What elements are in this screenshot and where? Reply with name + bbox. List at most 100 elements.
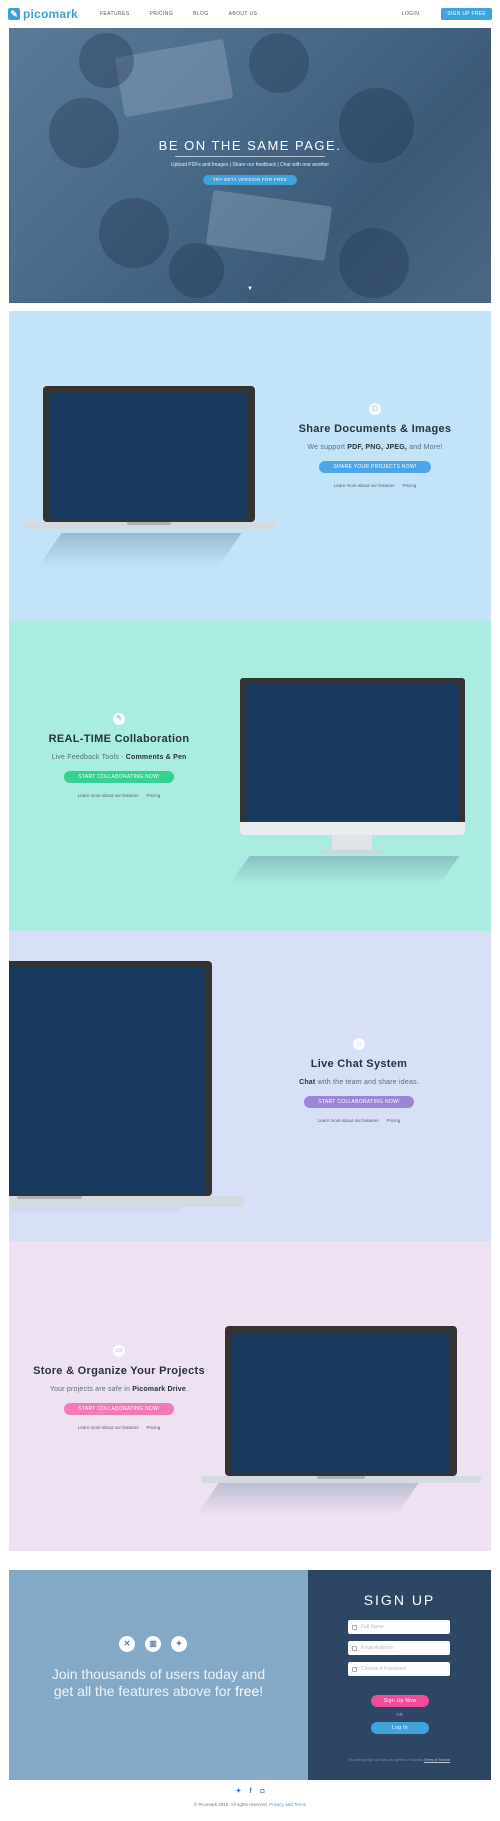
twitter-icon[interactable]: ✦ [235,1788,242,1795]
hero-divider [175,156,325,157]
feature-links: Learn more about our features Pricing [19,1425,219,1430]
lock-icon [352,1666,357,1672]
laptop-display [50,393,248,519]
feature-description: Live Feedback Tools - Comments & Pen [51,754,187,761]
try-beta-button[interactable]: TRY BETA VERSION FOR FREE [203,175,297,185]
monitor-chin [240,822,465,835]
signup-form: SIGN UP Sign Up Now OR Log In By clickin… [308,1570,491,1780]
password-field[interactable] [348,1662,450,1676]
scroll-down-icon[interactable]: ▼ [247,286,253,292]
nav-link-blog[interactable]: BLOG [193,11,209,17]
laptop-notch [317,1476,365,1479]
hero-photo-table [205,189,333,262]
nav-right: LOGIN SIGN UP FREE [402,8,492,20]
user-icon [352,1624,357,1630]
nav-link-pricing[interactable]: PRICING [149,11,173,17]
hero-photo-person [339,228,409,298]
hero-photo-person [169,243,224,298]
folder-icon: ▭ [113,1345,125,1357]
learn-more-link[interactable]: Learn more about our features [78,793,139,798]
nav-link-features[interactable]: FEATURES [100,11,130,17]
hero-photo-person [79,33,134,88]
laptop-display [9,968,205,1193]
bird-icon[interactable]: ✦ [171,1636,187,1652]
hero-photo-person [249,33,309,93]
laptop-notch [127,522,171,525]
feature-text: ◌ Live Chat System Chat with the team an… [259,1038,459,1123]
top-navbar: ✎ picomark FEATURES PRICING BLOG ABOUT U… [0,0,500,28]
device-shadow [36,533,242,569]
social-login-icons: ✕ ▥ ✦ [119,1636,187,1652]
password-input[interactable] [361,1666,445,1672]
log-in-button[interactable]: Log In [371,1722,429,1734]
feature-title: REAL-TIME Collaboration [48,733,190,745]
terms-link[interactable]: Terms [294,1802,306,1807]
full-name-field[interactable] [348,1620,450,1634]
signup-promo: ✕ ▥ ✦ Join thousands of users today and … [9,1570,308,1780]
learn-more-link[interactable]: Learn more about our features [78,1425,139,1430]
close-icon[interactable]: ✕ [119,1636,135,1652]
desktop-monitor [240,678,465,835]
instagram-icon[interactable]: ◘ [259,1788,266,1795]
facebook-icon[interactable]: f [247,1788,254,1795]
pricing-link[interactable]: Pricing [147,1425,161,1430]
feature-store-organize: ▭ Store & Organize Your Projects Your pr… [9,1241,491,1551]
email-field[interactable] [348,1641,450,1655]
terms-note: By clicking Sign Up Now you agree to Pic… [349,1758,450,1762]
learn-more-link[interactable]: Learn more about our features [334,483,395,488]
feature-links: Learn more about our features Pricing [19,793,219,798]
monitor-stand [332,835,372,851]
feature-realtime-collaboration: ✎ REAL-TIME Collaboration Live Feedback … [9,621,491,931]
copyright: © Picomark 2015. All rights reserved. Pr… [193,1802,307,1807]
chat-icon: ◌ [353,1038,365,1050]
feature-text: ◻ Share Documents & Images We support PD… [275,403,475,488]
feature-title: Store & Organize Your Projects [33,1365,205,1377]
feature-text: ▭ Store & Organize Your Projects Your pr… [19,1345,219,1430]
pricing-link[interactable]: Pricing [147,793,161,798]
laptop-screen [225,1326,457,1476]
footer-social-icons: ✦ f ◘ [235,1788,266,1795]
laptop-screen [43,386,255,522]
hero-photo-person [49,98,119,168]
privacy-link[interactable]: Privacy [269,1802,284,1807]
feature-share-documents: ◻ Share Documents & Images We support PD… [9,311,491,621]
nav-links: FEATURES PRICING BLOG ABOUT US [100,11,257,17]
feature-title: Share Documents & Images [298,423,452,435]
feature-description: Chat with the team and share ideas. [299,1079,419,1086]
feature-links: Learn more about our features Pricing [275,483,475,488]
hero-subtitle: Upload PDFs and Images | Share our feedb… [171,162,329,168]
sign-up-now-button[interactable]: Sign Up Now [371,1695,429,1707]
mail-icon [352,1645,357,1651]
signup-title: SIGN UP [363,1592,436,1608]
device-shadow [196,1479,422,1515]
login-link[interactable]: LOGIN [402,11,420,17]
logo-icon: ✎ [8,8,20,20]
nav-link-about-us[interactable]: ABOUT US [229,11,258,17]
email-input[interactable] [361,1645,445,1651]
start-collaborating-button[interactable]: START COLLABORATING NOW! [64,1403,174,1415]
start-collaborating-button[interactable]: START COLLABORATING NOW! [64,771,174,783]
laptop-display [232,1333,450,1473]
share-projects-button[interactable]: SHARE YOUR PROJECTS NOW! [319,461,431,473]
or-divider: OR [396,1712,403,1717]
full-name-input[interactable] [361,1624,445,1630]
feature-title: Live Chat System [310,1058,408,1070]
terms-of-service-link[interactable]: Terms of Service [424,1758,450,1762]
hero-photo-person [99,198,169,268]
logo[interactable]: ✎ picomark [8,7,78,21]
laptop-screen [9,961,212,1196]
signup-free-button[interactable]: SIGN UP FREE [441,8,492,20]
hero-title: BE ON THE SAME PAGE. [158,138,342,153]
book-icon[interactable]: ▥ [145,1636,161,1652]
pricing-link[interactable]: Pricing [387,1118,401,1123]
document-icon: ◻ [369,403,381,415]
start-collaborating-button[interactable]: START COLLABORATING NOW! [304,1096,414,1108]
learn-more-link[interactable]: Learn more about our features [318,1118,379,1123]
monitor-display [245,683,460,822]
feature-description: We support PDF, PNG, JPEG, and More! [307,444,443,451]
feature-live-chat: ◌ Live Chat System Chat with the team an… [9,931,491,1241]
device-shadow [228,856,460,886]
laptop-notch [17,1196,82,1199]
pricing-link[interactable]: Pricing [403,483,417,488]
feature-links: Learn more about our features Pricing [259,1118,459,1123]
